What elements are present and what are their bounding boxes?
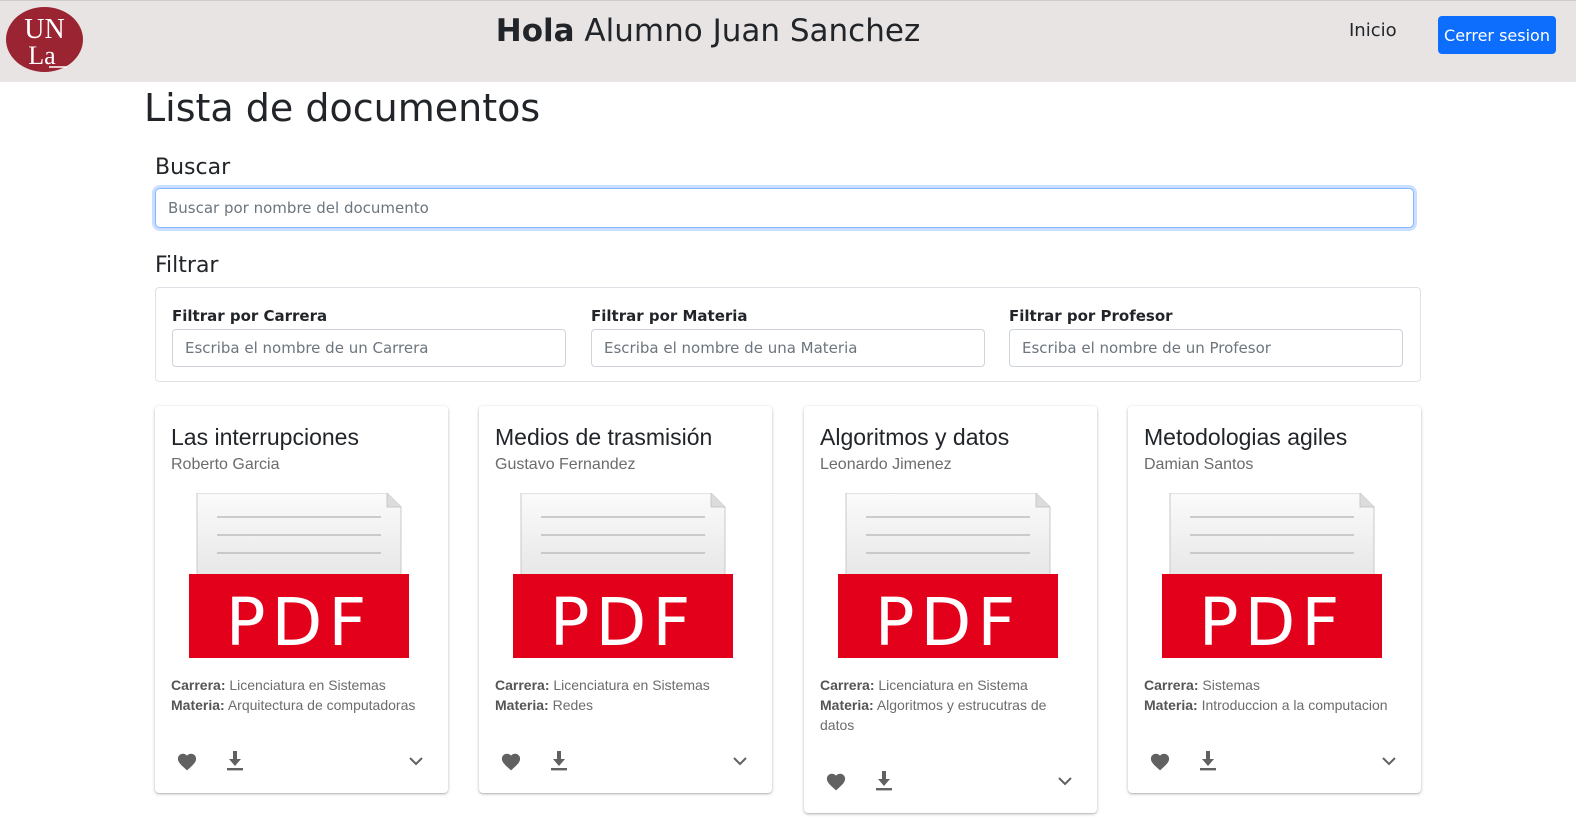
filter-carrera: Filtrar por Carrera <box>172 307 566 367</box>
logout-button[interactable]: Cerrer sesion <box>1438 16 1556 54</box>
materia-label: Materia: <box>820 697 874 713</box>
greeting-name: Alumno Juan Sanchez <box>574 13 921 49</box>
document-title: Medios de trasmisión <box>495 424 713 450</box>
greeting: Hola Alumno Juan Sanchez <box>0 13 1416 49</box>
filter-materia-input[interactable] <box>591 329 985 367</box>
filter-materia: Filtrar por Materia <box>591 307 985 367</box>
carrera-value: Licenciatura en Sistemas <box>553 677 710 693</box>
document-card: Las interrupciones Roberto Garcia PDF Ca… <box>155 406 448 793</box>
page-title: Lista de documentos <box>144 86 541 130</box>
carrera-value: Licenciatura en Sistema <box>878 677 1028 693</box>
carrera-label: Carrera: <box>1144 677 1199 693</box>
heart-icon[interactable] <box>172 746 202 776</box>
materia-value: Introduccion a la computacion <box>1201 697 1388 713</box>
card-actions <box>1128 746 1421 776</box>
document-card: Medios de trasmisión Gustavo Fernandez P… <box>479 406 772 793</box>
navbar: UN La Hola Alumno Juan Sanchez Inicio Ce… <box>0 0 1576 82</box>
download-icon[interactable] <box>544 746 574 776</box>
document-title: Las interrupciones <box>171 424 359 450</box>
greeting-bold: Hola <box>495 13 575 49</box>
chevron-down-icon[interactable] <box>401 746 431 776</box>
document-title: Algoritmos y datos <box>820 424 1010 450</box>
document-author: Gustavo Fernandez <box>495 456 636 473</box>
carrera-label: Carrera: <box>495 677 550 693</box>
carrera-label: Carrera: <box>171 677 226 693</box>
document-title: Metodologias agiles <box>1144 424 1348 450</box>
chevron-down-icon[interactable] <box>1374 746 1404 776</box>
download-icon[interactable] <box>220 746 250 776</box>
pdf-label: PDF <box>226 584 373 658</box>
chevron-down-icon[interactable] <box>725 746 755 776</box>
heart-icon[interactable] <box>496 746 526 776</box>
pdf-thumbnail[interactable]: PDF <box>189 493 409 658</box>
filter-panel: Filtrar por Carrera Filtrar por Materia … <box>155 287 1421 382</box>
document-meta: Carrera: Licenciatura en Sistema Materia… <box>820 675 1082 735</box>
card-actions <box>804 766 1097 796</box>
document-meta: Carrera: Licenciatura en Sistemas Materi… <box>495 675 757 715</box>
carrera-label: Carrera: <box>820 677 875 693</box>
nav-home-link[interactable]: Inicio <box>1349 20 1397 41</box>
filter-carrera-label: Filtrar por Carrera <box>172 307 328 325</box>
materia-value: Redes <box>552 697 594 713</box>
document-card: Algoritmos y datos Leonardo Jimenez PDF … <box>804 406 1097 813</box>
carrera-value: Licenciatura en Sistemas <box>229 677 386 693</box>
carrera-value: Sistemas <box>1202 677 1260 693</box>
filter-carrera-input[interactable] <box>172 329 566 367</box>
filter-profesor-label: Filtrar por Profesor <box>1009 307 1173 325</box>
document-author: Damian Santos <box>1144 456 1254 473</box>
filter-label: Filtrar <box>155 253 219 278</box>
card-actions <box>155 746 448 776</box>
pdf-thumbnail[interactable]: PDF <box>513 493 733 658</box>
materia-label: Materia: <box>171 697 225 713</box>
pdf-label: PDF <box>875 584 1022 658</box>
pdf-label: PDF <box>550 584 697 658</box>
document-author: Leonardo Jimenez <box>820 456 952 473</box>
search-label: Buscar <box>155 155 231 180</box>
pdf-label: PDF <box>1199 584 1346 658</box>
download-icon[interactable] <box>869 766 899 796</box>
materia-label: Materia: <box>495 697 549 713</box>
pdf-thumbnail[interactable]: PDF <box>1162 493 1382 658</box>
download-icon[interactable] <box>1193 746 1223 776</box>
materia-value: Arquitectura de computadoras <box>227 697 416 713</box>
search-input[interactable] <box>155 188 1414 228</box>
filter-profesor-input[interactable] <box>1009 329 1403 367</box>
document-meta: Carrera: Sistemas Materia: Introduccion … <box>1144 675 1406 715</box>
document-card: Metodologias agiles Damian Santos PDF Ca… <box>1128 406 1421 793</box>
card-actions <box>479 746 772 776</box>
pdf-thumbnail[interactable]: PDF <box>838 493 1058 658</box>
filter-materia-label: Filtrar por Materia <box>591 307 748 325</box>
filter-profesor: Filtrar por Profesor <box>1009 307 1403 367</box>
document-author: Roberto Garcia <box>171 456 280 473</box>
materia-label: Materia: <box>1144 697 1198 713</box>
chevron-down-icon[interactable] <box>1050 766 1080 796</box>
document-meta: Carrera: Licenciatura en Sistemas Materi… <box>171 675 433 715</box>
heart-icon[interactable] <box>1145 746 1175 776</box>
heart-icon[interactable] <box>821 766 851 796</box>
